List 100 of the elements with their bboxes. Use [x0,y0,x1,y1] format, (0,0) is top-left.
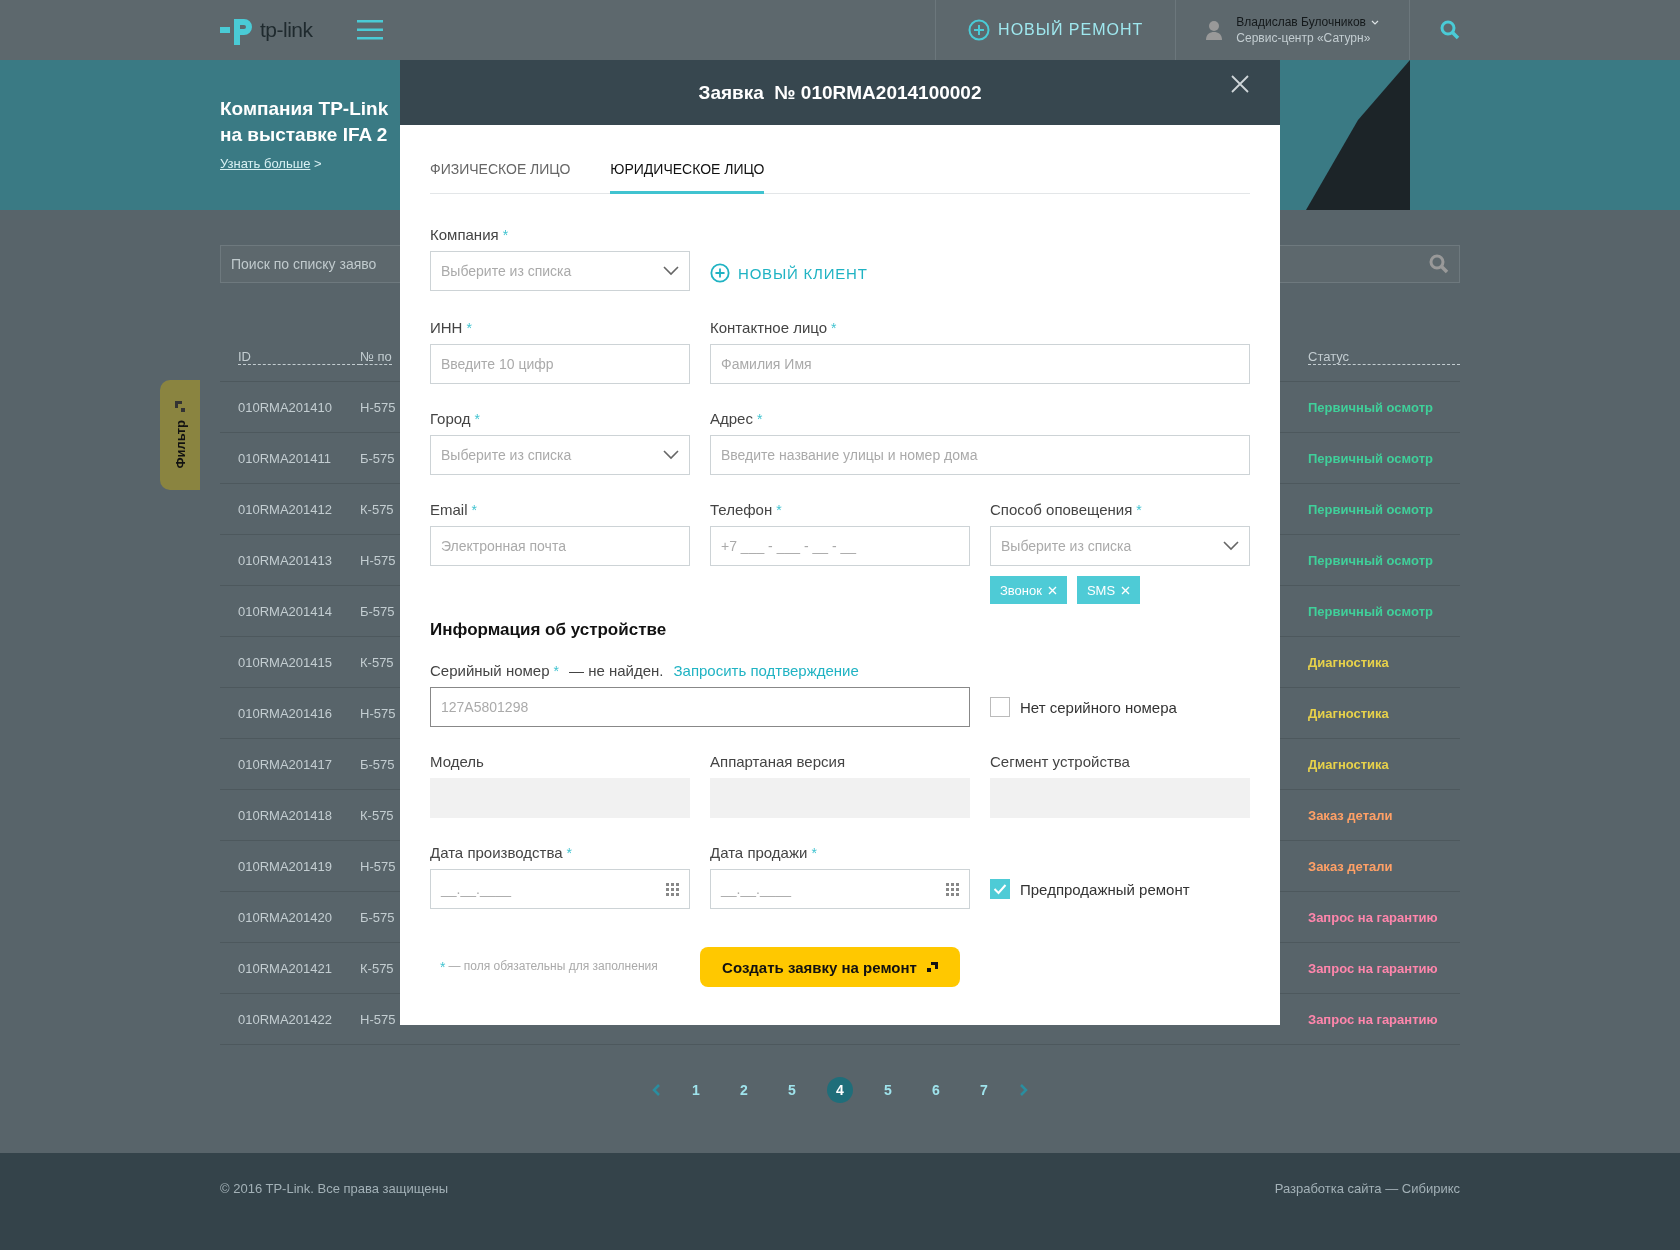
select-field[interactable]: Выберите из списка [990,526,1250,566]
table-cell: К-575 [360,960,394,976]
chevron-right-icon[interactable] [1019,1083,1029,1097]
column-header[interactable]: ID [238,348,360,365]
checkbox[interactable] [990,879,1010,899]
field-label: Контактное лицо [710,319,828,336]
checkbox-label: Предпродажный ремонт [1020,880,1190,898]
calendar-icon[interactable] [666,882,679,896]
status-text: Первичный осмотр [1308,552,1434,568]
column-header[interactable]: Статус [1308,348,1460,365]
create-request-button[interactable]: Создать заявку на ремонт [700,947,960,987]
table-cell-text: 010RMA201422 [238,1011,333,1027]
field-label: Телефон [710,501,773,518]
remove-icon[interactable] [1121,585,1131,595]
required-mark: * [831,320,837,336]
table-cell: К-575 [360,807,394,823]
section-title: Информация об устройстве [430,620,668,640]
menu-icon[interactable] [356,20,383,40]
select-field[interactable]: Выберите из списка [430,435,690,475]
required-mark: * [811,845,817,861]
chevron-left-icon[interactable] [651,1083,661,1097]
table-cell-text: 010RMA201418 [238,807,333,823]
table-cell: Б-575 [360,756,395,772]
date-field[interactable]: __.__.____ [710,869,970,909]
corner-arrow-icon [174,401,186,413]
logo-text[interactable]: tp-link [260,18,313,42]
page-link[interactable]: 1 [683,1077,709,1103]
input-field[interactable]: 127A5801298 [430,687,970,727]
table-cell: Н-575 [360,858,396,874]
select-field[interactable]: Выберите из списка [430,251,690,291]
table-cell: Б-575 [360,603,395,619]
required-mark: * [466,320,472,336]
required-mark: * [474,411,481,427]
plus-circle-icon [968,19,991,41]
search-icon[interactable] [1429,254,1449,274]
required-mark: * [440,959,446,975]
date-field[interactable]: __.__.____ [430,869,690,909]
user-icon [1206,20,1223,40]
filter-tab[interactable]: Фильтр [160,380,200,490]
required-mark: * [502,227,509,243]
checkbox[interactable] [990,697,1010,717]
field-label: Дата производства [430,844,563,861]
checkmark-icon [993,883,1007,895]
status-text: Диагностика [1308,756,1390,772]
user-organization: Сервис-центр «Сатурн» [1236,31,1372,45]
page-link[interactable]: 7 [971,1077,997,1103]
request-confirmation-link[interactable]: Запросить подтверждение [673,662,859,679]
table-cell: Б-575 [360,450,395,466]
page-link[interactable]: 2 [731,1077,757,1103]
status-text: Первичный осмотр [1308,450,1434,466]
page-link[interactable]: 6 [923,1077,949,1103]
corner-arrow-icon [926,961,938,973]
modal-title: Заявка № 010RMA2014100002 [698,81,982,104]
table-cell-text: 010RMA201416 [238,705,333,721]
field-label: Дата продажи [710,844,808,861]
field-label: Компания [430,226,499,243]
calendar-icon[interactable] [946,882,959,896]
close-icon[interactable] [1230,74,1250,94]
status-text: Запрос на гарантию [1308,1011,1439,1027]
tab[interactable]: ФИЗИЧЕСКОЕ ЛИЦО [430,161,571,194]
required-mark: * [756,411,763,427]
table-cell-text: 010RMA201419 [238,858,333,874]
banner-link-arrow[interactable]: > [314,156,322,171]
status-text: Первичный осмотр [1308,603,1434,619]
plus-circle-icon [710,263,730,283]
new-client-button[interactable]: НОВЫЙ КЛИЕНТ [710,263,868,283]
chevron-down-icon [663,266,679,276]
remove-icon[interactable] [1047,585,1057,595]
required-mark: * [1136,502,1142,518]
field-label: Аппартаная версия [710,753,846,770]
tab[interactable]: ЮРИДИЧЕСКОЕ ЛИЦО [610,161,765,194]
status-text: Диагностика [1308,654,1390,670]
field-label: Адрес [710,410,753,427]
table-cell-text: 010RMA201417 [238,756,333,772]
status-text: Диагностика [1308,705,1390,721]
status-text: Первичный осмотр [1308,399,1434,415]
table-cell: Н-575 [360,1011,396,1027]
required-note: — поля обязательны для заполнения [448,959,658,975]
table-cell: К-575 [360,501,394,517]
checkbox-label: Нет серийного номера [1020,698,1177,716]
developer-credit[interactable]: Разработка сайта — Сибирикс [1274,1181,1460,1196]
field-label: Модель [430,753,484,770]
field-label: Серийный номер [430,662,550,679]
table-cell-text: 010RMA201414 [238,603,333,619]
status-note: — не найден. [568,662,664,679]
field-label: Email [430,501,468,518]
caret-icon[interactable] [1371,19,1379,25]
required-mark: * [776,502,782,518]
page-link[interactable]: 5 [875,1077,901,1103]
column-header[interactable]: № по [360,348,392,365]
search-icon[interactable] [1440,20,1460,40]
page-link[interactable]: 5 [779,1077,805,1103]
field-label: Способ оповещения [990,501,1133,518]
banner-link[interactable]: Узнать больше [220,156,311,171]
status-text: Заказ детали [1308,858,1394,874]
table-cell: Б-575 [360,909,395,925]
page-link[interactable]: 4 [827,1077,853,1103]
table-cell-text: 010RMA201415 [238,654,333,670]
user-name[interactable]: Владислав Булочников [1236,15,1366,29]
table-cell-text: 010RMA201412 [238,501,333,517]
